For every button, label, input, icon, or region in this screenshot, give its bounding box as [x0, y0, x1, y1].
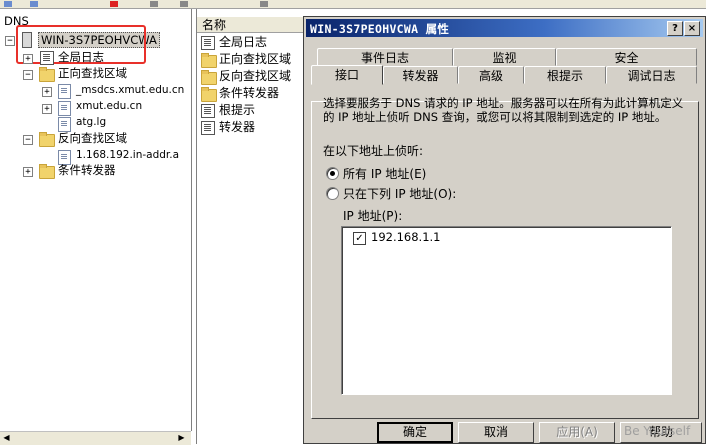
tab-debug-logging[interactable]: 调试日志 — [606, 66, 697, 84]
scroll-right-icon[interactable]: ▶ — [176, 433, 187, 443]
folder-icon — [201, 87, 217, 102]
tree-item-zone-reverse[interactable]: 1.168.192.in-addr.a — [76, 147, 179, 163]
dialog-title: WIN-3S7PEOHVCWA 属性 — [310, 22, 450, 36]
tree-item-zone-xmut[interactable]: xmut.edu.cn — [76, 98, 142, 114]
folder-icon — [201, 53, 217, 68]
toolbar — [0, 0, 706, 9]
tab-forwarders[interactable]: 转发器 — [383, 66, 458, 84]
tab-root-hints[interactable]: 根提示 — [524, 66, 606, 84]
ip-address-list[interactable]: ✓ 192.168.1.1 — [341, 226, 672, 395]
description-text: 选择要服务于 DNS 请求的 IP 地址。服务器可以在所有为此计算机定义的 IP… — [323, 96, 684, 124]
delete-icon[interactable] — [110, 1, 118, 7]
tab-event-log[interactable]: 事件日志 — [317, 48, 453, 66]
zone-icon — [58, 101, 71, 116]
column-header-name[interactable]: 名称 — [197, 17, 307, 33]
tab-monitoring[interactable]: 监视 — [453, 48, 556, 66]
zone-icon — [58, 84, 71, 99]
ip-address-label: IP 地址(P): — [343, 209, 403, 223]
properties-icon[interactable] — [150, 1, 158, 7]
log-icon — [201, 36, 215, 50]
checkbox-ip[interactable]: ✓ — [353, 232, 366, 245]
radio-only-ip[interactable] — [326, 187, 339, 200]
dialog-titlebar[interactable]: WIN-3S7PEOHVCWA 属性 ? × — [306, 19, 703, 37]
tree-horizontal-scrollbar[interactable]: ◀ ▶ — [0, 431, 191, 445]
folder-icon — [201, 70, 217, 85]
scroll-left-icon[interactable]: ◀ — [1, 433, 12, 443]
apply-button[interactable]: 应用(A) — [539, 422, 615, 443]
help-button[interactable]: ? — [667, 21, 683, 36]
collapse-toggle[interactable]: − — [23, 135, 33, 145]
cancel-button[interactable]: 取消 — [458, 422, 534, 443]
tab-security[interactable]: 安全 — [556, 48, 697, 66]
tree-item-forward-zones[interactable]: 正向查找区域 — [58, 65, 127, 81]
expand-toggle[interactable]: + — [23, 167, 33, 177]
ip-address-item[interactable]: 192.168.1.1 — [371, 230, 441, 244]
refresh-icon[interactable] — [180, 1, 188, 7]
expand-toggle[interactable]: + — [42, 87, 52, 97]
details-list: 名称 全局日志 正向查找区域 反向查找区域 条件转发器 根提示 转发器 — [196, 9, 307, 444]
tree-item-reverse-zones[interactable]: 反向查找区域 — [58, 130, 127, 146]
folder-icon — [39, 132, 55, 147]
forward-icon[interactable] — [30, 1, 38, 7]
folder-icon — [39, 67, 55, 82]
root-hints-icon — [201, 104, 215, 118]
radio-all-ip[interactable] — [326, 167, 339, 180]
tree-item-conditional-forwarders[interactable]: 条件转发器 — [58, 162, 116, 178]
expand-toggle[interactable]: + — [23, 54, 33, 64]
folder-icon — [39, 164, 55, 179]
watermark-text: Be Yourself — [624, 424, 691, 438]
collapse-toggle[interactable]: − — [5, 36, 15, 46]
tab-interfaces[interactable]: 接口 — [311, 65, 383, 85]
tree-item-global-log[interactable]: 全局日志 — [58, 49, 104, 65]
tree-item-zone-atg[interactable]: atg.lg — [76, 114, 106, 130]
log-icon — [40, 51, 54, 65]
back-icon[interactable] — [4, 1, 12, 7]
help-icon[interactable] — [260, 1, 268, 7]
console-tree: DNS − WIN-3S7PEOHVCWA + 全局日志 − 正向查找区域 + … — [0, 9, 192, 431]
tab-advanced[interactable]: 高级 — [458, 66, 524, 84]
ok-button[interactable]: 确定 — [377, 422, 453, 443]
listen-label: 在以下地址上侦听: — [323, 144, 424, 158]
expand-toggle[interactable]: + — [42, 104, 52, 114]
radio-all-ip-label[interactable]: 所有 IP 地址(E) — [343, 165, 426, 182]
radio-only-ip-label[interactable]: 只在下列 IP 地址(O): — [343, 185, 456, 202]
collapse-toggle[interactable]: − — [23, 70, 33, 80]
forwarders-icon — [201, 121, 215, 135]
close-button[interactable]: × — [684, 21, 700, 36]
tree-item-zone-msdcs[interactable]: _msdcs.xmut.edu.cn — [76, 82, 184, 98]
